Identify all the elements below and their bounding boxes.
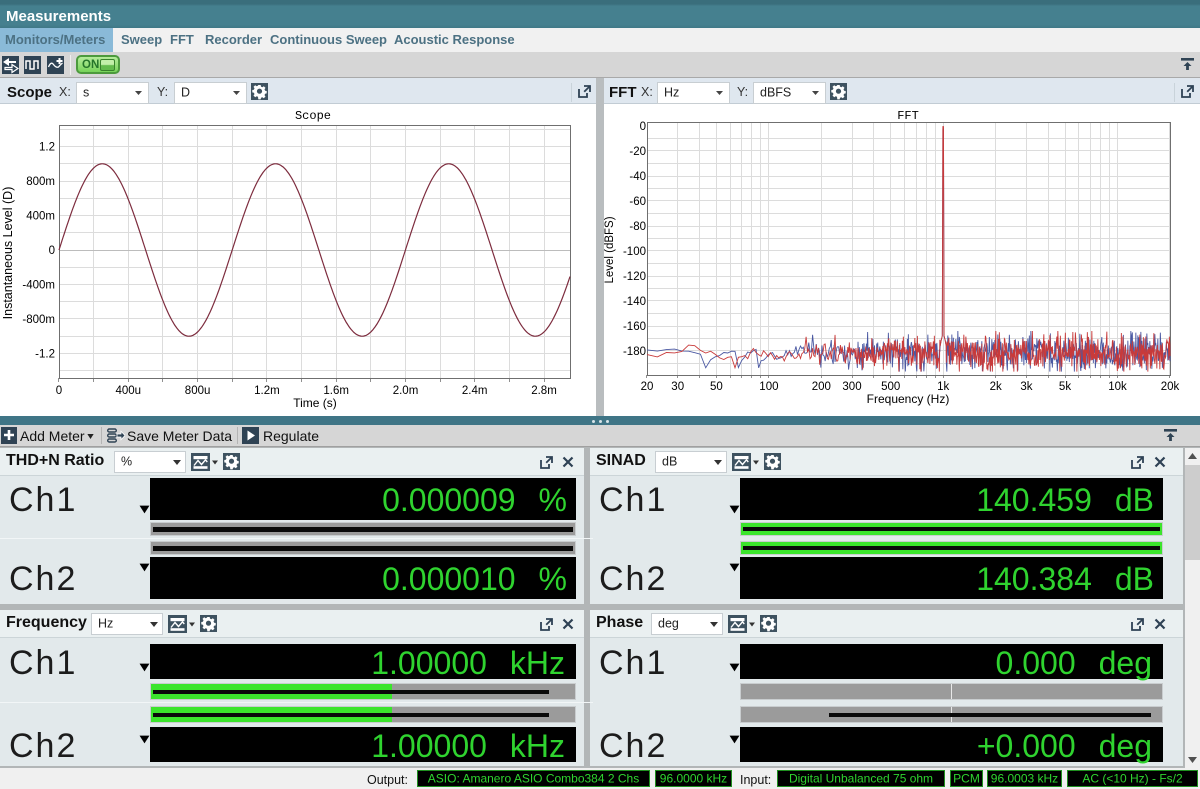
svg-text:200: 200 <box>812 381 831 393</box>
svg-text:2.8m: 2.8m <box>531 385 557 397</box>
svg-text:20k: 20k <box>1161 381 1180 393</box>
svg-text:1.2: 1.2 <box>39 142 55 154</box>
svg-text:-140: -140 <box>623 296 646 308</box>
svg-text:2k: 2k <box>990 381 1002 393</box>
svg-text:800u: 800u <box>185 385 211 397</box>
svg-text:100: 100 <box>759 381 778 393</box>
svg-text:FFT: FFT <box>897 109 919 123</box>
svg-text:-100: -100 <box>623 246 646 258</box>
svg-text:Level (dBFS): Level (dBFS) <box>604 216 616 283</box>
svg-text:30: 30 <box>671 381 684 393</box>
svg-text:-160: -160 <box>623 321 646 333</box>
svg-text:Frequency (Hz): Frequency (Hz) <box>867 392 950 406</box>
svg-text:20: 20 <box>641 381 654 393</box>
svg-text:5k: 5k <box>1059 381 1071 393</box>
svg-text:Instantaneous Level (D): Instantaneous Level (D) <box>1 187 15 320</box>
svg-text:-180: -180 <box>623 346 646 358</box>
svg-text:-80: -80 <box>629 221 646 233</box>
svg-text:2.0m: 2.0m <box>393 385 419 397</box>
svg-text:Scope: Scope <box>295 109 331 123</box>
svg-text:-120: -120 <box>623 271 646 283</box>
svg-text:0: 0 <box>56 385 62 397</box>
svg-text:1.2m: 1.2m <box>254 385 280 397</box>
svg-text:Time (s): Time (s) <box>293 396 337 410</box>
svg-text:-20: -20 <box>629 146 646 158</box>
svg-text:2.4m: 2.4m <box>462 385 488 397</box>
svg-text:0: 0 <box>49 245 55 257</box>
svg-text:50: 50 <box>710 381 723 393</box>
svg-text:400m: 400m <box>26 211 55 223</box>
svg-text:-40: -40 <box>629 171 646 183</box>
svg-text:800m: 800m <box>26 176 55 188</box>
svg-text:-1.2: -1.2 <box>35 348 55 360</box>
svg-text:-800m: -800m <box>22 314 55 326</box>
svg-text:-400m: -400m <box>22 280 55 292</box>
svg-text:400u: 400u <box>116 385 142 397</box>
svg-text:10k: 10k <box>1108 381 1127 393</box>
svg-text:300: 300 <box>842 381 861 393</box>
svg-text:-60: -60 <box>629 196 646 208</box>
svg-text:0: 0 <box>640 121 646 133</box>
svg-text:3k: 3k <box>1020 381 1032 393</box>
